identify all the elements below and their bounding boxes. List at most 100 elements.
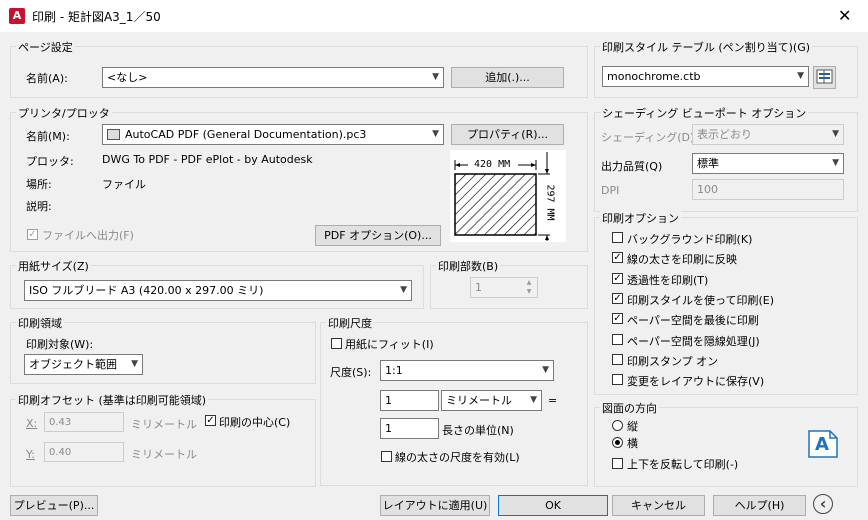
plot-option-checkbox[interactable] bbox=[612, 374, 623, 386]
fit-to-paper-label: 用紙にフィット(I) bbox=[345, 338, 434, 351]
paper-size-value: ISO フルブリード A3 (420.00 x 297.00 ミリ) bbox=[29, 284, 264, 297]
printer-name-dropdown[interactable]: AutoCAD PDF (General Documentation).pc3 … bbox=[102, 124, 444, 145]
page-setup-name-dropdown[interactable]: <なし> ▼ bbox=[102, 67, 444, 88]
location-value: ファイル bbox=[102, 178, 146, 191]
offset-y-unit: ミリメートル bbox=[131, 448, 197, 461]
apply-to-layout-button[interactable]: レイアウトに適用(U) bbox=[380, 495, 490, 516]
scale-value1-input[interactable]: 1 bbox=[380, 390, 439, 411]
style-editor-icon bbox=[816, 69, 833, 84]
scale-dropdown[interactable]: 1:1 ▼ bbox=[380, 360, 554, 381]
portrait-label: 縦 bbox=[627, 420, 638, 433]
paper-size-dropdown[interactable]: ISO フルブリード A3 (420.00 x 297.00 ミリ) ▼ bbox=[24, 280, 412, 301]
plot-option-label: ペーパー空間を隠線処理(J) bbox=[627, 334, 760, 348]
printer-title: プリンタ/プロッタ bbox=[16, 105, 112, 121]
chevron-down-icon: ▼ bbox=[832, 158, 839, 168]
plot-what-dropdown[interactable]: オブジェクト範囲 ▼ bbox=[24, 354, 143, 375]
plot-option-label: 線の太さを印刷に反映 bbox=[627, 253, 737, 267]
style-table-dropdown[interactable]: monochrome.ctb ▼ bbox=[602, 66, 809, 87]
equals-sign: = bbox=[548, 394, 558, 407]
copies-input[interactable]: 1 ▲ ▼ bbox=[470, 277, 538, 298]
plot-offset-title: 印刷オフセット (基準は印刷可能領域) bbox=[16, 392, 209, 408]
scale-lineweights-checkbox[interactable] bbox=[381, 451, 392, 462]
orientation-title: 図面の方向 bbox=[600, 400, 659, 416]
plot-option-label: 透過性を印刷(T) bbox=[627, 273, 709, 287]
pdf-options-button[interactable]: PDF オプション(O)... bbox=[315, 225, 441, 246]
plot-option-checkbox[interactable]: ✓ bbox=[612, 272, 623, 284]
scale-value: 1:1 bbox=[385, 364, 403, 377]
location-label: 場所: bbox=[26, 178, 52, 191]
plotter-icon bbox=[107, 129, 120, 140]
scale-unit-value: ミリメートル bbox=[446, 394, 512, 407]
shade-plot-dropdown[interactable]: 表示どおり ▼ bbox=[692, 124, 844, 145]
plot-option-checkbox[interactable] bbox=[612, 333, 623, 345]
plot-option-checkbox[interactable] bbox=[612, 232, 623, 243]
chevron-down-icon: ▼ bbox=[432, 129, 439, 139]
scale-label: 尺度(S): bbox=[330, 366, 372, 379]
plot-option-checkbox[interactable]: ✓ bbox=[612, 292, 623, 304]
copies-value: 1 bbox=[475, 281, 482, 294]
offset-y-input[interactable]: 0.40 bbox=[44, 442, 124, 462]
print-to-file-checkbox[interactable]: ✓ bbox=[27, 229, 38, 240]
add-page-setup-button[interactable]: 追加(.)... bbox=[451, 67, 564, 88]
plot-what-value: オブジェクト範囲 bbox=[29, 358, 117, 371]
offset-x-unit: ミリメートル bbox=[131, 418, 197, 431]
fit-to-paper-checkbox[interactable] bbox=[331, 338, 342, 349]
check-icon: ✓ bbox=[613, 272, 622, 284]
dpi-label: DPI bbox=[601, 184, 620, 197]
offset-y-label: Y: bbox=[26, 448, 35, 461]
close-icon[interactable]: ✕ bbox=[838, 6, 851, 25]
chevron-down-icon: ▼ bbox=[832, 129, 839, 139]
preview-button[interactable]: プレビュー(P)... bbox=[10, 495, 98, 516]
printer-name-value: AutoCAD PDF (General Documentation).pc3 bbox=[125, 128, 367, 141]
spin-up-icon[interactable]: ▲ bbox=[522, 279, 536, 287]
page-setup-name-label: 名前(A): bbox=[26, 72, 68, 85]
chevron-down-icon: ▼ bbox=[432, 72, 439, 82]
style-table-value: monochrome.ctb bbox=[607, 70, 701, 83]
scale-unit-dropdown[interactable]: ミリメートル ▼ bbox=[441, 390, 542, 411]
paper-preview: 420 MM 297 MM bbox=[450, 150, 566, 242]
plot-area-title: 印刷領域 bbox=[16, 315, 64, 331]
scale-lineweights-label: 線の太さの尺度を有効(L) bbox=[395, 451, 520, 464]
check-icon: ✓ bbox=[613, 292, 622, 304]
ok-button[interactable]: OK bbox=[498, 495, 608, 516]
check-icon: ✓ bbox=[206, 415, 215, 426]
scale-value2-input[interactable]: 1 bbox=[380, 418, 439, 439]
portrait-radio[interactable] bbox=[612, 420, 623, 431]
plot-option-checkbox[interactable]: ✓ bbox=[612, 252, 623, 264]
landscape-radio[interactable] bbox=[612, 437, 623, 448]
spin-down-icon[interactable]: ▼ bbox=[522, 288, 536, 296]
plot-option-label: 印刷スタイルを使って印刷(E) bbox=[627, 293, 774, 307]
page-setup-title: ページ設定 bbox=[16, 39, 75, 55]
upside-down-label: 上下を反転して印刷(-) bbox=[627, 458, 739, 471]
plot-option-label: ペーパー空間を最後に印刷 bbox=[627, 314, 759, 328]
center-plot-label: 印刷の中心(C) bbox=[219, 416, 291, 429]
help-button[interactable]: ヘルプ(H) bbox=[713, 495, 806, 516]
plot-option-label: 印刷スタンプ オン bbox=[627, 354, 719, 368]
shade-plot-label: シェーディング(D) bbox=[601, 131, 695, 144]
chevron-down-icon: ▼ bbox=[400, 285, 407, 295]
printer-name-label: 名前(M): bbox=[26, 130, 70, 143]
printer-properties-button[interactable]: プロパティ(R)... bbox=[451, 124, 564, 145]
chevron-down-icon: ▼ bbox=[530, 395, 537, 405]
cancel-button[interactable]: キャンセル bbox=[612, 495, 705, 516]
plot-option-checkbox[interactable]: ✓ bbox=[612, 313, 623, 325]
quality-dropdown[interactable]: 標準 ▼ bbox=[692, 153, 844, 174]
style-table-title: 印刷スタイル テーブル (ペン割り当て)(G) bbox=[600, 39, 813, 55]
preview-width-label: 420 MM bbox=[474, 159, 511, 170]
autocad-app-icon: A bbox=[9, 8, 25, 24]
check-icon: ✓ bbox=[613, 252, 622, 264]
plot-option-checkbox[interactable] bbox=[612, 353, 623, 365]
plotter-label: プロッタ: bbox=[26, 155, 74, 168]
shade-plot-value: 表示どおり bbox=[697, 128, 752, 141]
offset-x-input[interactable]: 0.43 bbox=[44, 412, 124, 432]
upside-down-checkbox[interactable] bbox=[612, 458, 623, 469]
dpi-input[interactable]: 100 bbox=[692, 179, 844, 200]
orientation-icon-letter: A bbox=[815, 434, 829, 455]
print-to-file-label: ファイルへ出力(F) bbox=[42, 229, 134, 242]
center-plot-checkbox[interactable]: ✓ bbox=[205, 415, 216, 426]
collapse-options-icon[interactable]: ‹ bbox=[813, 494, 833, 514]
plot-scale-title: 印刷尺度 bbox=[326, 315, 374, 331]
edit-style-table-button[interactable] bbox=[813, 66, 836, 89]
offset-x-label: X: bbox=[26, 417, 38, 430]
plot-option-label: 変更をレイアウトに保存(V) bbox=[627, 375, 765, 389]
